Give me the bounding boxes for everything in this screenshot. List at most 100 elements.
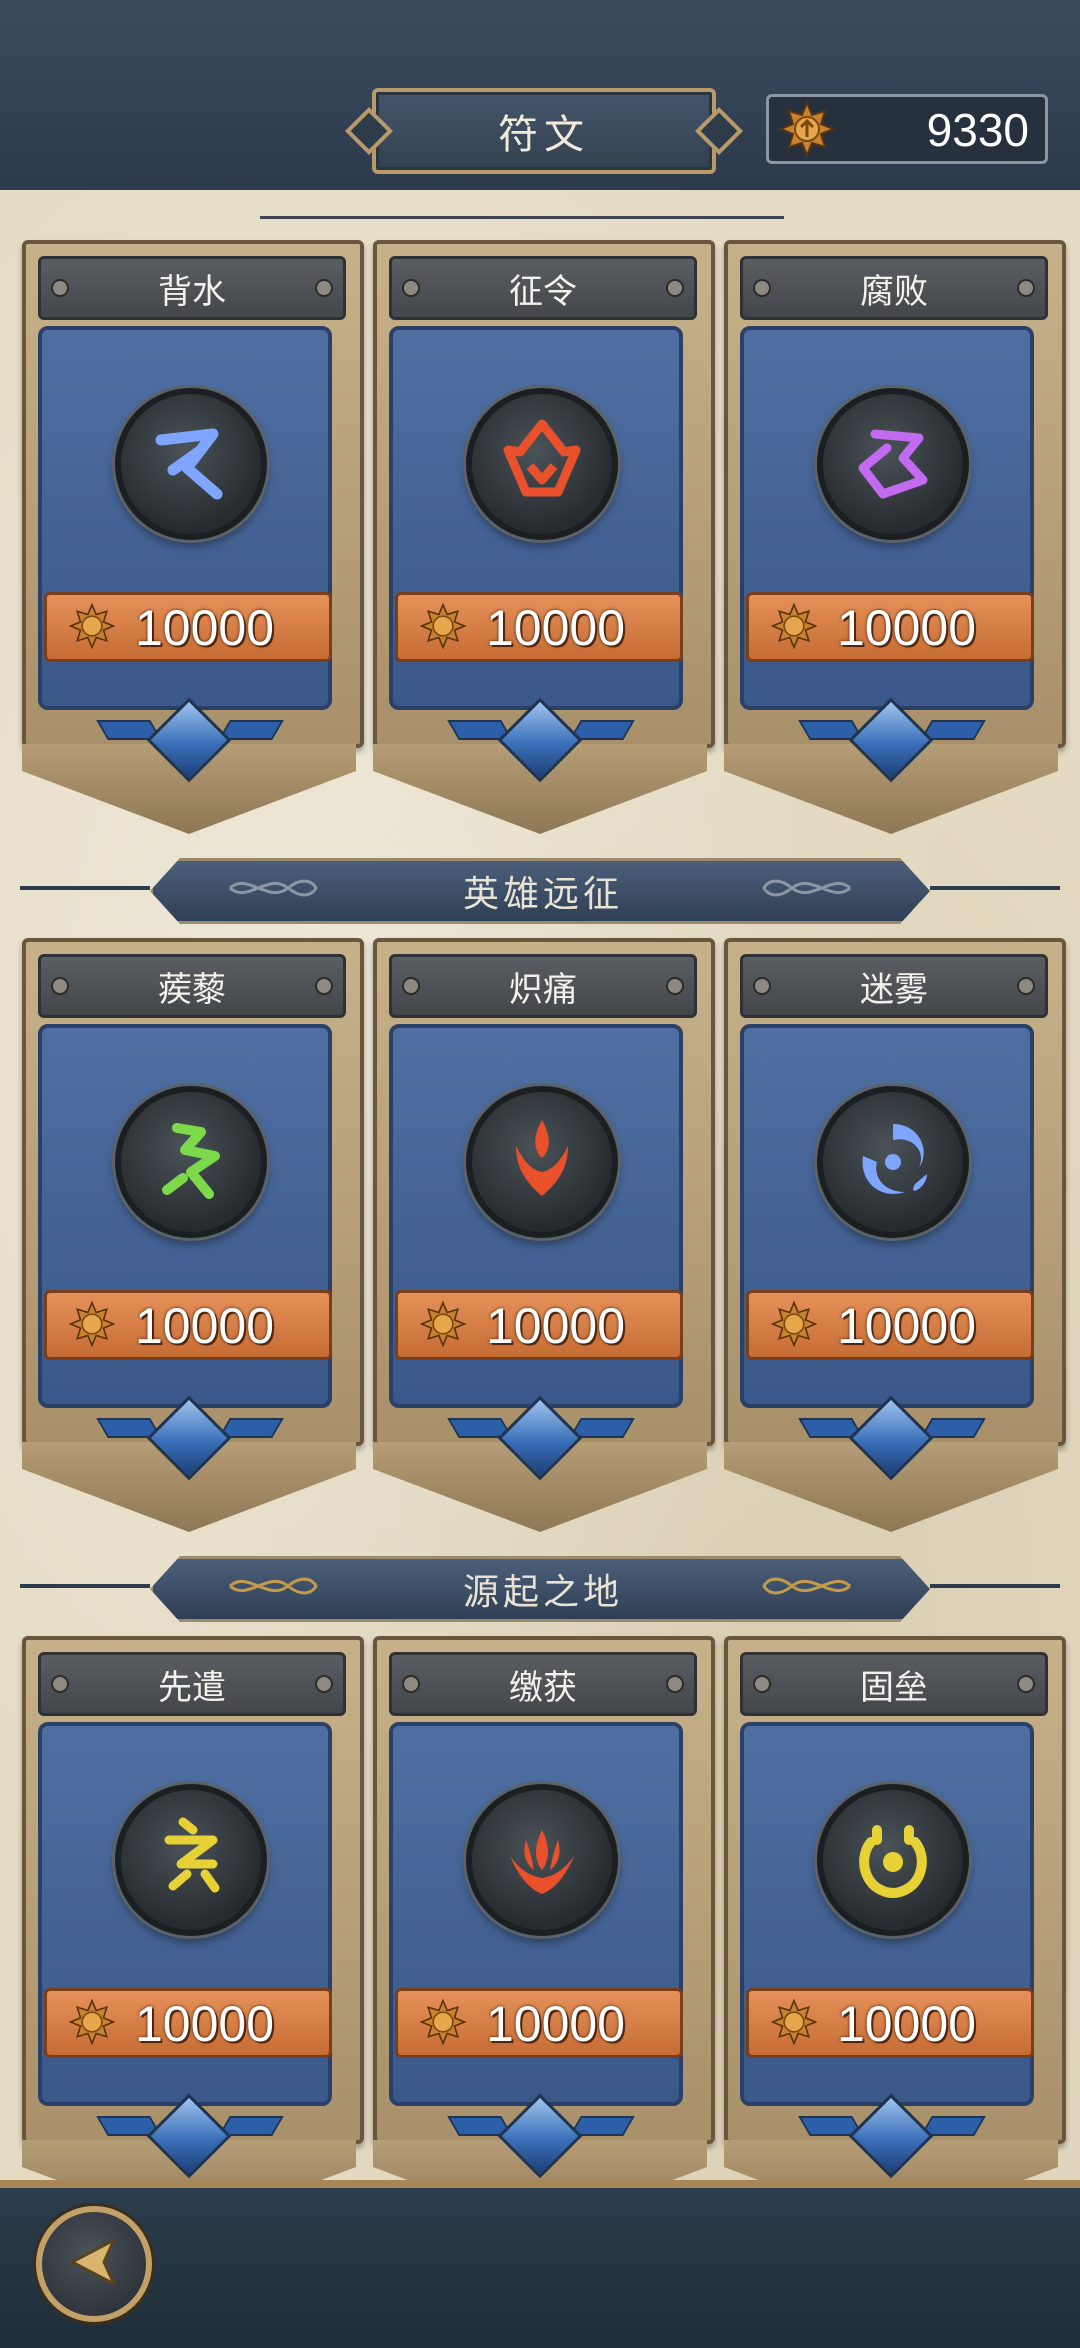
rune-panel: 10000 [389,1024,683,1408]
buy-button[interactable]: 10000 [746,1988,1034,2058]
rune-card[interactable]: 背水 10000 [22,240,364,830]
rune-card[interactable]: 迷雾 10000 [724,938,1066,1528]
rune-name-plate: 蒺藜 [38,954,346,1018]
green-zigzag-rune-icon [115,1086,267,1238]
rune-name: 缴获 [509,1667,577,1708]
price-value: 10000 [837,1298,977,1354]
card-frame: 腐败 10000 [724,240,1066,748]
price-value: 10000 [486,1298,626,1354]
top-bar: 符文 9330 [0,0,1080,196]
buy-button[interactable]: 10000 [395,1290,683,1360]
buy-button[interactable]: 10000 [44,1988,332,2058]
rune-name: 征令 [509,271,577,312]
rivet-icon [315,279,333,297]
knot-ornament-icon [229,879,318,897]
rune-name: 迷雾 [860,969,928,1010]
rivet-icon [315,977,333,995]
blue-rune-icon [115,388,267,540]
buy-button[interactable]: 10000 [395,1988,683,2058]
purple-rune-icon [817,388,969,540]
rune-card[interactable]: 腐败 10000 [724,240,1066,830]
section-banner: 源起之地 [0,1556,1080,1622]
rivet-icon [666,977,684,995]
back-button[interactable] [36,2206,152,2322]
rivet-icon [51,977,69,995]
rune-card[interactable]: 炽痛 10000 [373,938,715,1528]
rune-name-plate: 背水 [38,256,346,320]
knot-ornament-icon [762,1577,851,1595]
rune-panel: 10000 [389,326,683,710]
yellow-glyph-rune-icon [115,1784,267,1936]
rune-name: 腐败 [860,271,928,312]
gold-sun-coin-icon [419,1998,467,2049]
rune-name-plate: 固垒 [740,1652,1048,1716]
card-frame: 固垒 10000 [724,1636,1066,2144]
rune-name: 蒺藜 [158,969,226,1010]
rivet-icon [51,279,69,297]
rivet-icon [1017,1675,1035,1693]
rune-card[interactable]: 固垒 10000 [724,1636,1066,2226]
section-banner: 英雄远征 [0,858,1080,924]
rune-name-plate: 迷雾 [740,954,1048,1018]
buy-button[interactable]: 10000 [395,592,683,662]
rune-name-plate: 先遣 [38,1652,346,1716]
price-value: 10000 [486,1996,626,2052]
gold-sun-coin-icon [419,602,467,653]
buy-button[interactable]: 10000 [746,592,1034,662]
gold-sun-coin-icon [778,100,836,161]
rune-panel: 10000 [38,326,332,710]
card-frame: 蒺藜 10000 [22,938,364,1446]
card-frame: 先遣 10000 [22,1636,364,2144]
gold-sun-coin-icon [419,1300,467,1351]
rivet-icon [315,1675,333,1693]
rune-row-3: 先遣 10000 缴获 10000 固垒 10000 [22,1636,1066,2226]
buy-button[interactable]: 10000 [44,592,332,662]
buy-button[interactable]: 10000 [746,1290,1034,1360]
rune-card[interactable]: 先遣 10000 [22,1636,364,2226]
currency-display: 9330 [766,94,1048,164]
rune-row-1: 背水 10000 征令 10000 腐败 10000 [22,240,1066,830]
price-value: 10000 [837,600,977,656]
gold-sun-coin-icon [770,602,818,653]
rune-name-plate: 腐败 [740,256,1048,320]
banner-line [930,886,1060,890]
currency-value: 9330 [926,104,1029,156]
rune-name: 背水 [158,271,226,312]
buy-button[interactable]: 10000 [44,1290,332,1360]
page-title: 符文 [498,112,590,158]
rivet-icon [753,279,771,297]
rivet-icon [402,279,420,297]
card-frame: 炽痛 10000 [373,938,715,1446]
knot-ornament-icon [762,879,851,897]
banner-line [930,1584,1060,1588]
rune-panel: 10000 [389,1722,683,2106]
rivet-icon [753,1675,771,1693]
banner-line [20,886,150,890]
card-frame: 迷雾 10000 [724,938,1066,1446]
title-plate: 符文 [372,88,716,174]
gold-sun-coin-icon [770,1300,818,1351]
rune-name: 固垒 [860,1667,928,1708]
rune-row-2: 蒺藜 10000 炽痛 10000 迷雾 10000 [22,938,1066,1528]
gold-sun-coin-icon [68,602,116,653]
red-crown-rune-icon [466,388,618,540]
header-divider [260,216,784,219]
section-title: 源起之地 [462,1572,623,1613]
rivet-icon [666,279,684,297]
rune-card[interactable]: 缴获 10000 [373,1636,715,2226]
rune-name-plate: 征令 [389,256,697,320]
rune-card[interactable]: 征令 10000 [373,240,715,830]
rune-panel: 10000 [38,1722,332,2106]
rivet-icon [1017,977,1035,995]
rune-panel: 10000 [740,326,1034,710]
card-frame: 征令 10000 [373,240,715,748]
rune-panel: 10000 [740,1024,1034,1408]
price-value: 10000 [135,1996,275,2052]
card-frame: 缴获 10000 [373,1636,715,2144]
card-frame: 背水 10000 [22,240,364,748]
knot-ornament-icon [229,1577,318,1595]
rune-card[interactable]: 蒺藜 10000 [22,938,364,1528]
price-value: 10000 [486,600,626,656]
rivet-icon [666,1675,684,1693]
rivet-icon [1017,279,1035,297]
